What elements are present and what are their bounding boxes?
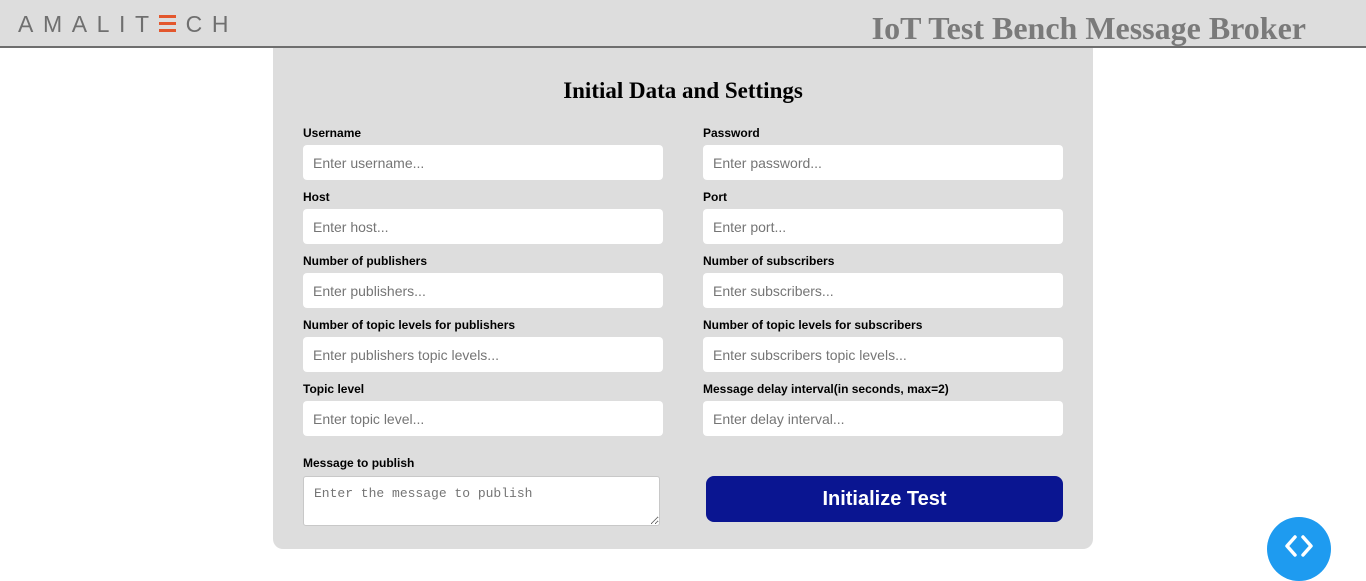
publishers-input[interactable] bbox=[303, 273, 663, 308]
subscribers-label: Number of subscribers bbox=[703, 254, 835, 268]
password-label: Password bbox=[703, 126, 760, 140]
password-field-group: Password bbox=[703, 126, 1063, 180]
delay-interval-label: Message delay interval(in seconds, max=2… bbox=[703, 382, 949, 396]
subscribers-field-group: Number of subscribers bbox=[703, 254, 1063, 308]
username-field-group: Username bbox=[303, 126, 663, 180]
settings-panel: Initial Data and Settings Username Passw… bbox=[273, 48, 1093, 549]
host-input[interactable] bbox=[303, 209, 663, 244]
message-field-group: Message to publish bbox=[303, 456, 663, 526]
logo-e-mark-icon bbox=[158, 15, 176, 33]
sub-topic-levels-field-group: Number of topic levels for subscribers bbox=[703, 318, 1063, 372]
logo-text-right: CH bbox=[185, 10, 239, 37]
logo-text-left: AMALIT bbox=[18, 10, 159, 37]
sub-topic-levels-input[interactable] bbox=[703, 337, 1063, 372]
port-input[interactable] bbox=[703, 209, 1063, 244]
initialize-test-button[interactable]: Initialize Test bbox=[706, 476, 1063, 522]
message-label: Message to publish bbox=[303, 456, 415, 470]
port-field-group: Port bbox=[703, 190, 1063, 244]
amalitech-logo[interactable]: AMALIT CH bbox=[18, 11, 238, 37]
host-label: Host bbox=[303, 190, 330, 204]
top-header: AMALIT CH IoT Test Bench Message Broker bbox=[0, 0, 1366, 48]
host-field-group: Host bbox=[303, 190, 663, 244]
port-label: Port bbox=[703, 190, 727, 204]
username-label: Username bbox=[303, 126, 362, 140]
code-chevrons-icon bbox=[1285, 535, 1313, 557]
message-textarea[interactable] bbox=[303, 476, 660, 526]
username-input[interactable] bbox=[303, 145, 663, 180]
publishers-label: Number of publishers bbox=[303, 254, 428, 268]
topic-level-input[interactable] bbox=[303, 401, 663, 436]
delay-interval-field-group: Message delay interval(in seconds, max=2… bbox=[703, 382, 1063, 436]
sub-topic-levels-label: Number of topic levels for subscribers bbox=[703, 318, 923, 332]
form-title: Initial Data and Settings bbox=[563, 78, 803, 103]
pub-topic-levels-input[interactable] bbox=[303, 337, 663, 372]
topic-level-field-group: Topic level bbox=[303, 382, 663, 436]
code-toggle-button[interactable] bbox=[1267, 517, 1331, 581]
password-input[interactable] bbox=[703, 145, 1063, 180]
topic-level-label: Topic level bbox=[303, 382, 365, 396]
pub-topic-levels-field-group: Number of topic levels for publishers bbox=[303, 318, 663, 372]
publishers-field-group: Number of publishers bbox=[303, 254, 663, 308]
subscribers-input[interactable] bbox=[703, 273, 1063, 308]
pub-topic-levels-label: Number of topic levels for publishers bbox=[303, 318, 516, 332]
delay-interval-input[interactable] bbox=[703, 401, 1063, 436]
app-title: IoT Test Bench Message Broker bbox=[871, 10, 1306, 46]
